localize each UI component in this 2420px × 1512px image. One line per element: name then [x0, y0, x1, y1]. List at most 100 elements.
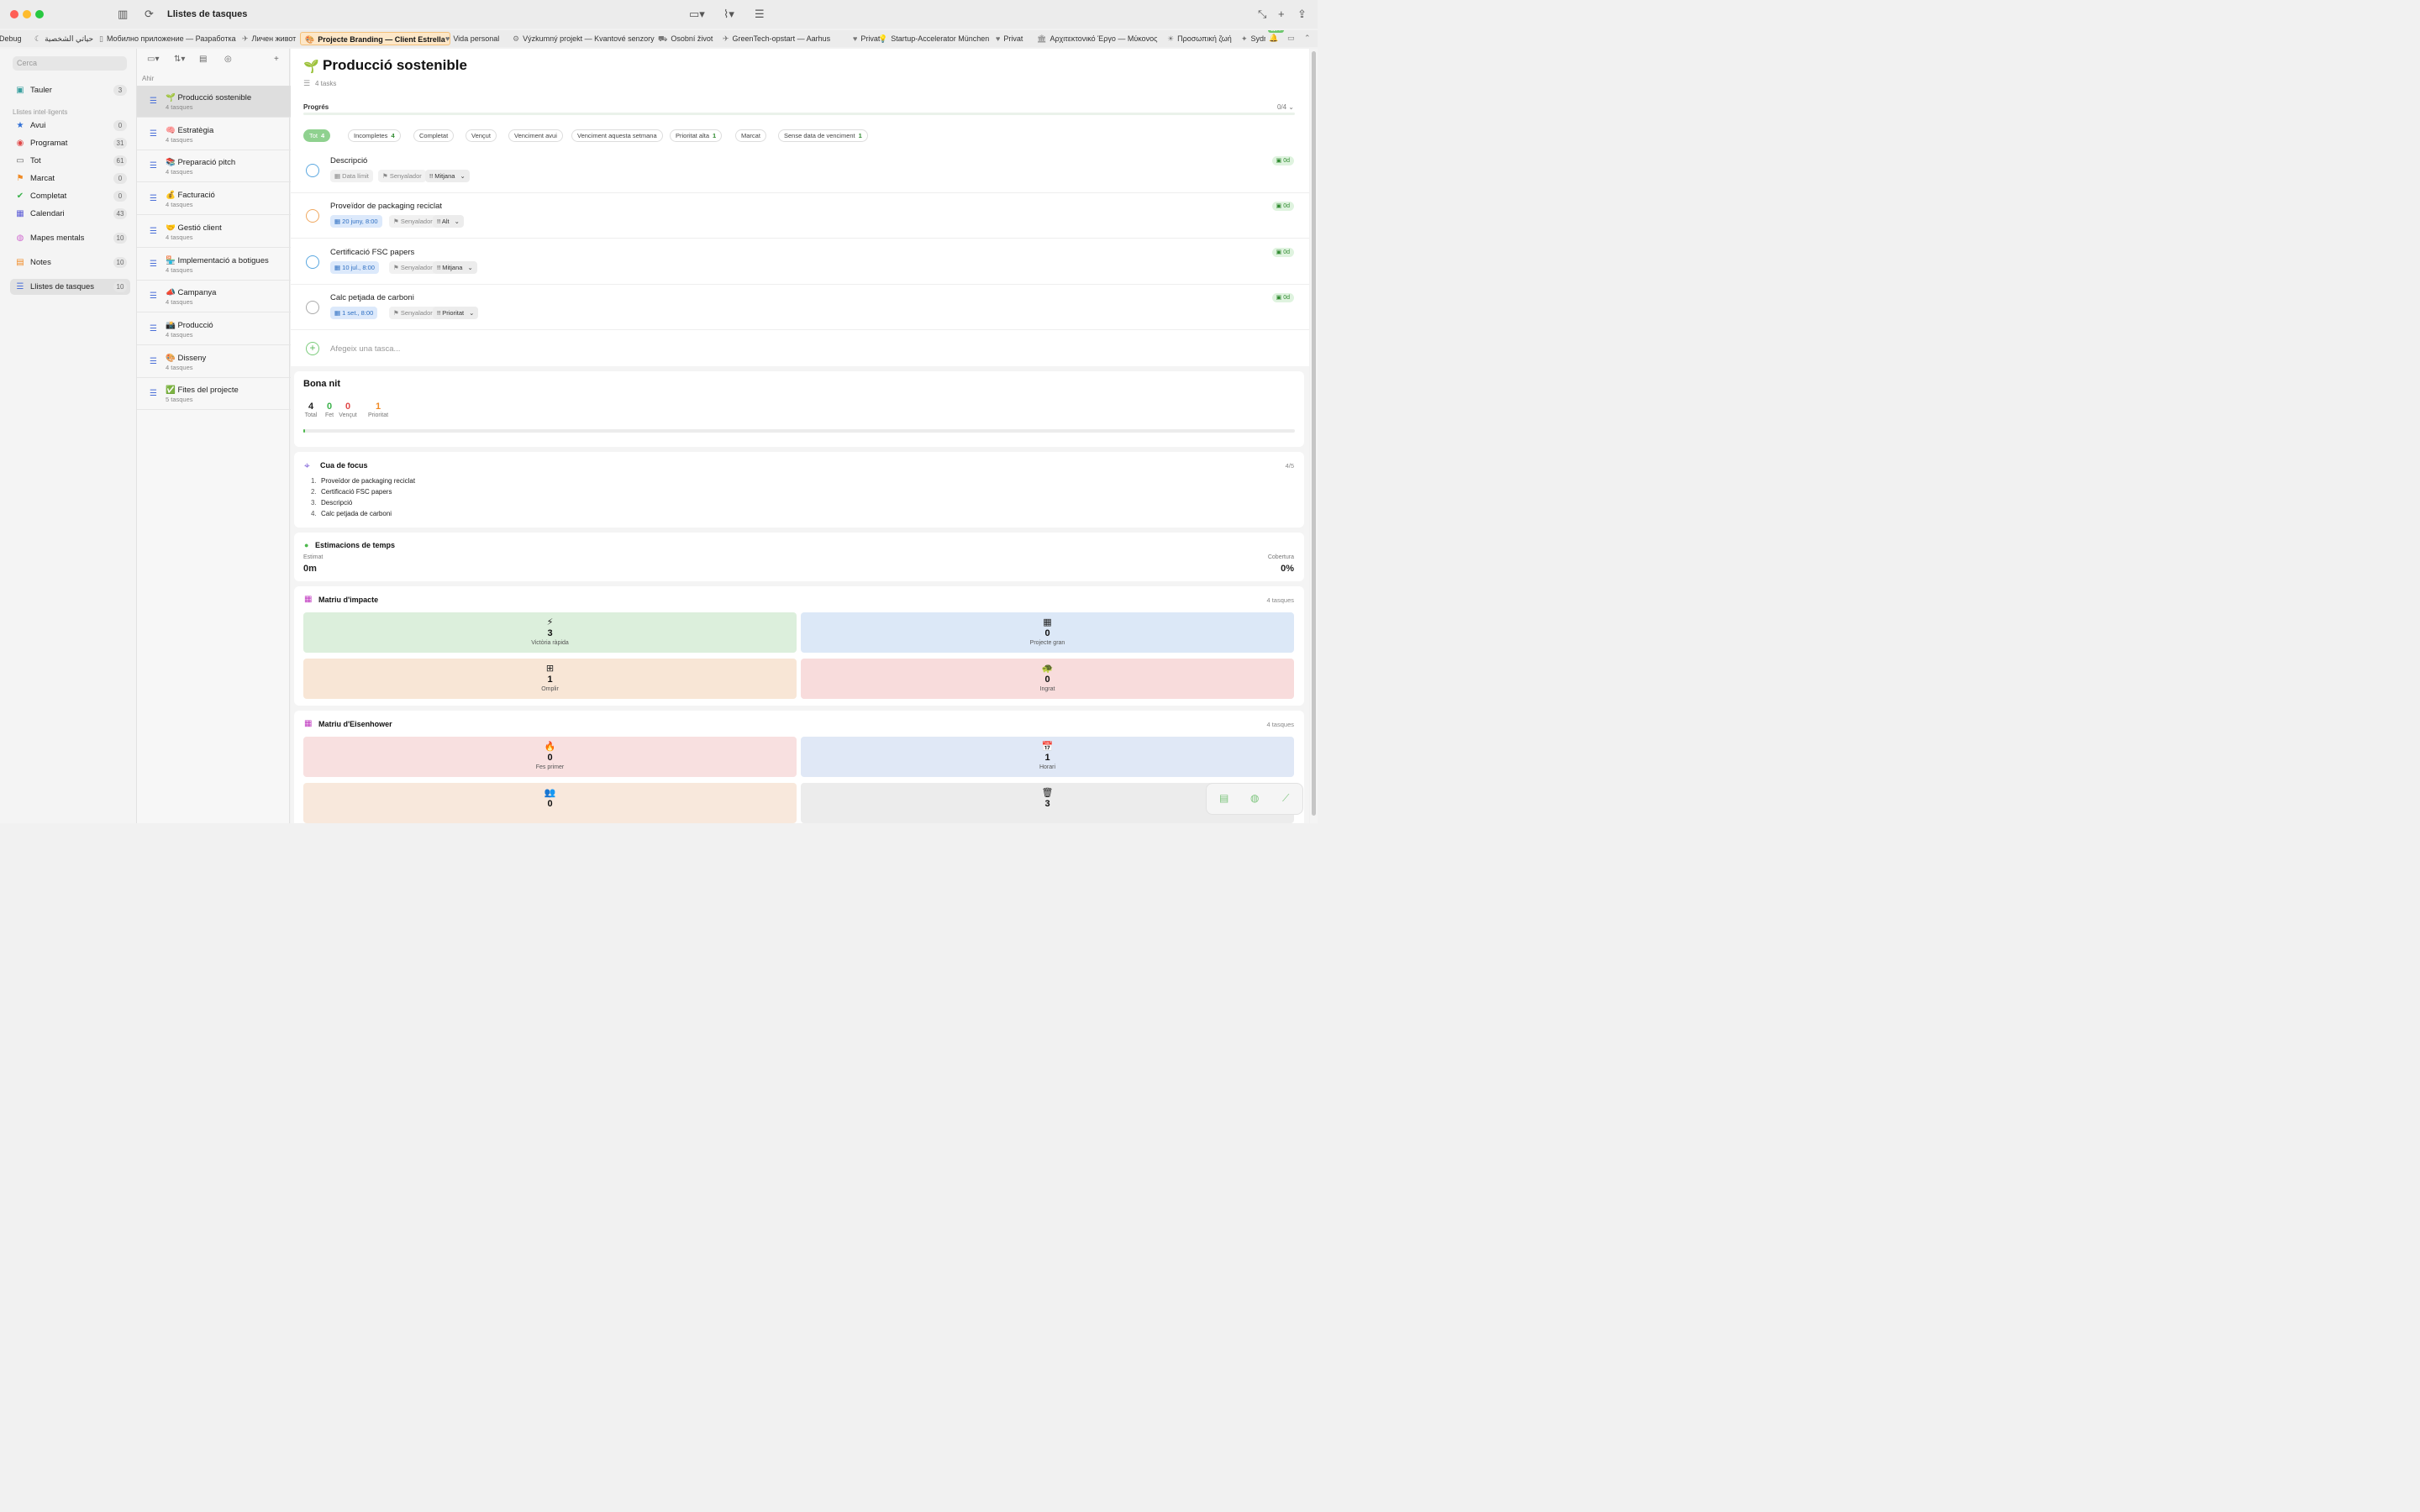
priority-dropdown[interactable]: !! Alt ⌄ — [433, 215, 464, 228]
list-item[interactable]: ☰ 🏪 Implementació a botigues 4 tasques — [137, 249, 291, 281]
matrix-tile[interactable]: ⊞ 1 Omplir — [303, 659, 797, 699]
priority-dropdown[interactable]: !! Mitjana ⌄ — [433, 260, 477, 274]
task-row[interactable]: Proveïdor de packaging reciclat ▦ 20 juny… — [291, 193, 1309, 239]
filter-chip[interactable]: Venciment aquesta setmana — [571, 129, 663, 142]
list-item[interactable]: ☰ 📣 Campanya 4 tasques — [137, 281, 291, 313]
filter-chip[interactable]: Prioritat alta 1 — [670, 129, 723, 142]
search-input[interactable]: Cerca — [13, 56, 127, 71]
sidebar-toggle-icon[interactable]: ▥ — [118, 8, 128, 20]
due-date-pill[interactable]: ▦ Data límit — [330, 170, 373, 182]
tab[interactable]: 🎨 Projecte Branding — Client Estrella — [300, 32, 450, 45]
tab[interactable]: 🏛 Αρχιτεκτονικό Έργο — Μύκονος — [1033, 32, 1162, 45]
due-date-pill[interactable]: ▦ 1 set., 8:00 — [330, 306, 378, 319]
flag-pill[interactable]: ⚑ Senyalador — [389, 215, 437, 228]
flag-pill[interactable]: ⚑ Senyalador — [389, 306, 437, 319]
task-checkbox[interactable] — [306, 164, 319, 177]
filter-chip[interactable]: Marcat — [735, 129, 766, 142]
flag-pill[interactable]: ⚑ Senyalador — [378, 170, 426, 182]
list-view-icon[interactable]: ▤ — [1219, 792, 1228, 804]
brain-icon[interactable]: ◍ — [1250, 792, 1259, 804]
zoom-window-button[interactable] — [35, 10, 44, 18]
share-icon[interactable]: ⇪ — [1297, 8, 1307, 20]
tab[interactable]: ✈ Личен живот — [238, 32, 300, 45]
sync-icon[interactable]: ⟳ — [145, 8, 154, 20]
tab[interactable]: ⛟ Osobní život — [654, 32, 717, 45]
scrollbar[interactable] — [1310, 49, 1318, 823]
focus-item[interactable]: 4. Calc petjada de carboni — [311, 510, 392, 517]
tab[interactable]: ☀ Προσωπική ζωή — [1163, 32, 1236, 45]
filter-chip[interactable]: Sense data de venciment 1 — [778, 129, 868, 142]
sidebar-item[interactable]: ☰ Llistes de tasques 10 — [10, 279, 130, 295]
expand-icon[interactable]: ⤡ — [1258, 8, 1266, 20]
priority-dropdown[interactable]: !! Prioritat ⌄ — [433, 306, 479, 319]
matrix-tile[interactable]: 🔥 0 Fes primer — [303, 737, 797, 777]
filter-chip[interactable]: Tot 4 — [303, 129, 331, 142]
sort-icon[interactable]: ⇅▾ — [174, 55, 185, 64]
matrix-tile[interactable]: 👥 0 — [303, 783, 797, 823]
list-item[interactable]: ☰ 🎨 Disseny 4 tasques — [137, 346, 291, 378]
task-row[interactable]: Calc petjada de carboni ▦ 1 set., 8:00 ⚑ S… — [291, 285, 1309, 330]
sidebar-item[interactable]: ★ Avui 0 — [10, 118, 130, 134]
task-checkbox[interactable] — [306, 255, 319, 269]
sidebar-item[interactable]: ▤ Notes 10 — [10, 255, 130, 270]
sidebar-item[interactable]: ▦ Calendari 43 — [10, 206, 130, 222]
add-task-icon[interactable]: + — [306, 342, 319, 355]
priority-dropdown[interactable]: !! Mitjana ⌄ — [425, 170, 470, 182]
list-item[interactable]: ☰ 🌱 Producció sostenible 4 tasques — [137, 86, 291, 118]
filter-chip[interactable]: Completat — [413, 129, 455, 142]
chart-icon[interactable]: ⌇▾ — [723, 8, 734, 20]
sidebar-item[interactable]: ◉ Programat 31 — [10, 135, 130, 151]
task-row[interactable]: Descripció ▦ Data límit ⚑ Senyalador!! Mit… — [291, 148, 1309, 193]
tab[interactable]: Debug — [0, 32, 26, 45]
task-title[interactable]: Certificació FSC papers — [330, 248, 414, 257]
add-icon[interactable]: + — [1278, 8, 1285, 20]
tab[interactable]: ✈ GreenTech-opstart — Aarhus — [718, 32, 834, 45]
matrix-tile[interactable]: 🐢 0 Ingrat — [801, 659, 1294, 699]
add-task-row[interactable]: + Afegeix una tasca... — [291, 333, 1309, 366]
flag-pill[interactable]: ⚑ Senyalador — [389, 260, 437, 274]
filter-chip[interactable]: Vençut — [466, 129, 497, 142]
list-item[interactable]: ☰ ✅ Fites del projecte 5 tasques — [137, 378, 291, 411]
bell-icon[interactable]: 🔔 — [1269, 34, 1278, 43]
list-item[interactable]: ☰ 📚 Preparació pitch 4 tasques — [137, 150, 291, 183]
close-window-button[interactable] — [10, 10, 18, 18]
sidebar-item[interactable]: ▭ Tot 61 — [10, 153, 130, 169]
matrix-tile[interactable]: ▦ 0 Projecte gran — [801, 612, 1294, 653]
task-checkbox[interactable] — [306, 209, 319, 223]
list-item[interactable]: ☰ 📸 Producció 4 tasques — [137, 313, 291, 345]
sidebar-item[interactable]: ◍ Mapes mentals 10 — [10, 230, 130, 246]
list-item[interactable]: ☰ 💰 Facturació 4 tasques — [137, 183, 291, 216]
filter-chip[interactable]: Incompletes 4 — [348, 129, 401, 142]
check-filter-icon[interactable]: ◎ — [224, 55, 232, 64]
filter-settings-icon[interactable]: ☰ — [755, 8, 765, 20]
task-title[interactable]: Descripció — [330, 156, 367, 165]
task-title[interactable]: Calc petjada de carboni — [330, 293, 414, 302]
list-item[interactable]: ☰ 🤝 Gestió client 4 tasques — [137, 216, 291, 248]
tab[interactable]: ♥ Vida personal — [441, 32, 503, 45]
view-mode-icon[interactable]: ▭▾ — [689, 8, 705, 20]
group-icon[interactable]: ▤ — [199, 55, 207, 64]
focus-item[interactable]: 3. Descripció — [311, 499, 352, 507]
due-date-pill[interactable]: ▦ 20 juny, 8:00 — [330, 215, 382, 228]
panel-icon[interactable]: ▭ — [1287, 34, 1295, 43]
focus-item[interactable]: 1. Proveïdor de packaging reciclat — [311, 477, 415, 485]
list-item[interactable]: ☰ 🧠 Estratègia 4 tasques — [137, 118, 291, 150]
filter-chip[interactable]: Venciment avui — [508, 129, 563, 142]
tab[interactable]: ⚙ Výzkumný projekt — Kvantové senzory — [508, 32, 659, 45]
chevron-up-icon[interactable]: ⌃ — [1304, 34, 1311, 43]
progress-count[interactable]: 0/4 ⌄ — [1277, 103, 1294, 111]
due-date-pill[interactable]: ▦ 10 jul., 8:00 — [330, 260, 379, 274]
inbox-menu-icon[interactable]: ▭▾ — [147, 55, 159, 64]
focus-item[interactable]: 2. Certificació FSC papers — [311, 488, 392, 496]
minimize-window-button[interactable] — [23, 10, 31, 18]
tab[interactable]: ☾ حياتي الشخصية — [30, 32, 97, 45]
sidebar-item[interactable]: ⚑ Marcat 0 — [10, 171, 130, 186]
matrix-tile[interactable]: ⚡ 3 Victòria ràpida — [303, 612, 797, 653]
magic-wand-icon[interactable]: ⟋ — [1282, 792, 1289, 805]
sidebar-item[interactable]: ✔ Completat 0 — [10, 188, 130, 204]
tab[interactable]: 💡 Startup-Accelerator München — [874, 32, 993, 45]
tab[interactable]: ♥ Privat — [992, 32, 1027, 45]
task-row[interactable]: Certificació FSC papers ▦ 10 jul., 8:00 ⚑ … — [291, 239, 1309, 285]
sidebar-item-board[interactable]: ▣ Tauler 3 — [10, 82, 130, 98]
task-title[interactable]: Proveïdor de packaging reciclat — [330, 202, 442, 211]
